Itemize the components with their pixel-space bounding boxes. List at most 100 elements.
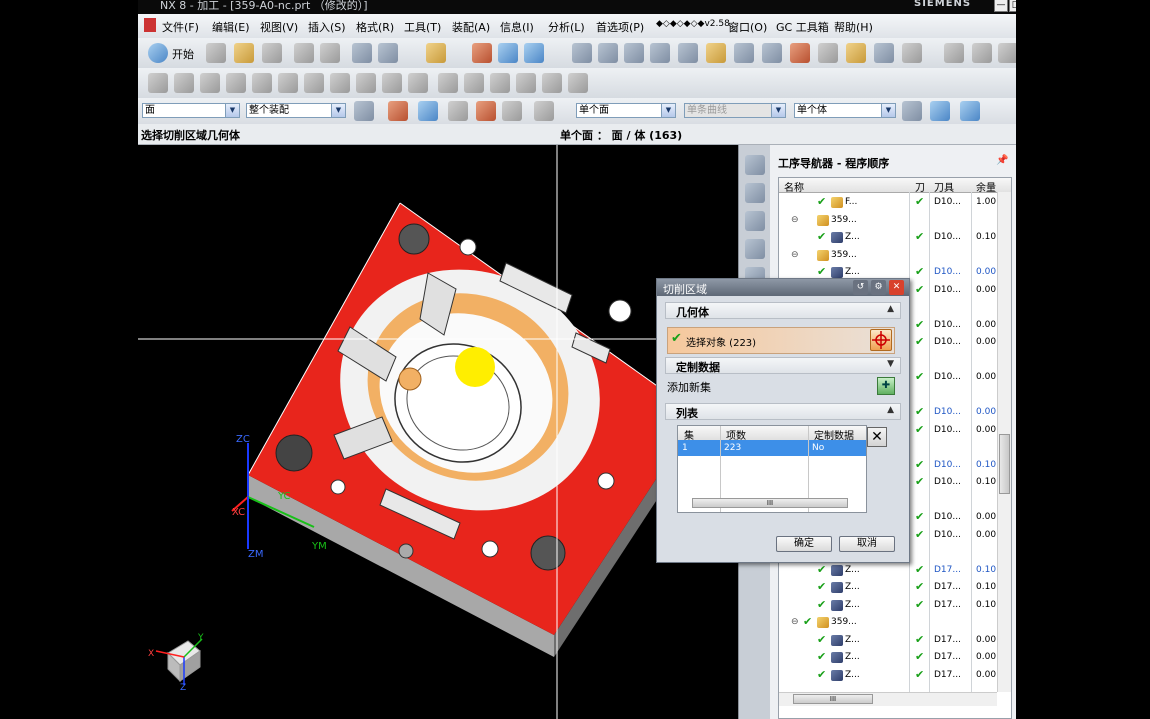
cancel-button[interactable]: 取消: [839, 536, 895, 552]
col-tool[interactable]: 刀具: [934, 179, 954, 194]
gear-icon[interactable]: ⚙: [871, 280, 886, 295]
navigator-vscroll[interactable]: [997, 192, 1011, 692]
undo-icon[interactable]: [294, 43, 314, 63]
graphics-window[interactable]: ZC YC XC ZM YM X Y Z: [138, 145, 738, 719]
intersect-curve-icon[interactable]: [408, 73, 428, 93]
set-list-row[interactable]: 1 223 No: [678, 440, 866, 456]
menu-edit[interactable]: 编辑(E): [212, 19, 250, 35]
extrude-icon[interactable]: [438, 73, 458, 93]
menu-analysis[interactable]: 分析(L): [548, 19, 585, 35]
face-rule-dropdown[interactable]: 单个面 ▼: [576, 103, 676, 118]
navigator-row[interactable]: ✔ Z... ✔ D17... 0.10: [779, 579, 1011, 596]
bounded-plane-icon[interactable]: [568, 73, 588, 93]
shop-doc-icon[interactable]: [790, 43, 810, 63]
create-geometry-icon[interactable]: [624, 43, 644, 63]
machine-tab-icon[interactable]: [745, 239, 765, 259]
offset-curve-icon[interactable]: [330, 73, 350, 93]
history-tab-icon[interactable]: [745, 183, 765, 203]
view-cube-icon[interactable]: [960, 101, 980, 121]
ok-button[interactable]: 确定: [776, 536, 832, 552]
menu-insert[interactable]: 插入(S): [308, 19, 346, 35]
create-tool-icon[interactable]: [598, 43, 618, 63]
reset-icon[interactable]: ↺: [853, 280, 868, 295]
pin-icon[interactable]: 📌: [996, 155, 1008, 166]
navigator-row[interactable]: ✔ Z... ✔ D17... 0.00: [779, 632, 1011, 649]
set-list-hscroll[interactable]: III: [692, 498, 848, 508]
menu-assembly[interactable]: 装配(A): [452, 19, 490, 35]
feature-select-icon[interactable]: [902, 101, 922, 121]
create-method-icon[interactable]: [650, 43, 670, 63]
navigator-row[interactable]: ⊖ 359...: [779, 212, 1011, 229]
menu-format[interactable]: 格式(R): [356, 19, 394, 35]
create-program-icon[interactable]: [572, 43, 592, 63]
body-rule-dropdown[interactable]: 单个体 ▼: [794, 103, 896, 118]
verify-path-icon[interactable]: [734, 43, 754, 63]
menu-view[interactable]: 视图(V): [260, 19, 298, 35]
geometry-section-header[interactable]: 几何体 ▲: [665, 302, 901, 319]
minimize-button[interactable]: —: [994, 0, 1008, 12]
delete-object-icon[interactable]: [902, 43, 922, 63]
col-stock[interactable]: 余量: [976, 179, 996, 194]
navigator-row[interactable]: ✔ Z... ✔ D17... 0.00: [779, 667, 1011, 684]
start-button[interactable]: 开始: [172, 46, 194, 62]
add-new-set-button[interactable]: ✚: [877, 377, 895, 395]
deselect-icon[interactable]: [502, 101, 522, 121]
copy-object-icon[interactable]: [874, 43, 894, 63]
menu-tools[interactable]: 工具(T): [404, 19, 441, 35]
line-icon[interactable]: [148, 73, 168, 93]
sweep-icon[interactable]: [490, 73, 510, 93]
menu-info[interactable]: 信息(I): [500, 19, 534, 35]
navigator-row[interactable]: ✔ Z... ✔ D17... 0.10: [779, 562, 1011, 579]
new-file-icon[interactable]: [206, 43, 226, 63]
navigator-row[interactable]: ✔ Z... ✔ D17... 0.10: [779, 597, 1011, 614]
menu-gc-toolbox[interactable]: GC 工具箱: [776, 19, 829, 35]
redo-icon[interactable]: [320, 43, 340, 63]
point-select-icon[interactable]: [476, 101, 496, 121]
shaded-view-icon[interactable]: [498, 43, 518, 63]
through-curves-icon[interactable]: [542, 73, 562, 93]
select-object-row[interactable]: ✔ 选择对象 (223): [667, 327, 895, 354]
col-name[interactable]: 名称: [784, 179, 804, 194]
navigator-row[interactable]: ✔ Z... ✔ D10... 0.10: [779, 229, 1011, 246]
menu-plugin[interactable]: ◆◇◆◇◆◇◆v2.58: [656, 19, 730, 29]
expand-toggle-icon[interactable]: ⊖: [791, 250, 799, 260]
text-icon[interactable]: [252, 73, 272, 93]
expand-toggle-icon[interactable]: ⊖: [791, 215, 799, 225]
part-tab-icon[interactable]: [745, 211, 765, 231]
start-icon[interactable]: [148, 43, 168, 63]
quick-pick-icon[interactable]: [388, 101, 408, 121]
navigator-row[interactable]: ⊖ 359...: [779, 247, 1011, 264]
menu-preferences[interactable]: 首选项(P): [596, 19, 644, 35]
menu-file[interactable]: 文件(F): [162, 19, 199, 35]
polygon-icon[interactable]: [278, 73, 298, 93]
navigator-row[interactable]: ✔ Z... ✔ D17... 0.00: [779, 649, 1011, 666]
custom-data-section-header[interactable]: 定制数据 ▼: [665, 357, 901, 374]
transform-icon[interactable]: [352, 43, 372, 63]
navigator-row[interactable]: ✔ F... ✔ D10... 1.00: [779, 194, 1011, 211]
machine-tool-icon[interactable]: [944, 43, 964, 63]
undo-selection-icon[interactable]: [418, 101, 438, 121]
bridge-curve-icon[interactable]: [382, 73, 402, 93]
rectangle-icon[interactable]: [226, 73, 246, 93]
save-icon[interactable]: [262, 43, 282, 63]
navigator-tab-icon[interactable]: [745, 155, 765, 175]
app-menu-icon[interactable]: [144, 18, 156, 32]
select-all-icon[interactable]: [448, 101, 468, 121]
delete-set-button[interactable]: ✕: [867, 427, 887, 447]
list-section-header[interactable]: 列表 ▲: [665, 403, 901, 420]
simulate-icon[interactable]: [762, 43, 782, 63]
maximize-button[interactable]: □: [1009, 0, 1016, 12]
expand-toggle-icon[interactable]: ⊖: [791, 617, 799, 627]
open-file-icon[interactable]: [234, 43, 254, 63]
measure-icon[interactable]: [998, 43, 1016, 63]
edit-object-icon[interactable]: [818, 43, 838, 63]
ruler-icon[interactable]: [972, 43, 992, 63]
selection-scope-dropdown[interactable]: 整个装配 ▼: [246, 103, 346, 118]
crosshair-select-icon[interactable]: [870, 329, 892, 351]
arrow-right-icon[interactable]: [930, 101, 950, 121]
mesh-surface-icon[interactable]: [516, 73, 536, 93]
menu-window[interactable]: 窗口(O): [728, 19, 767, 35]
wireframe-view-icon[interactable]: [524, 43, 544, 63]
cut-object-icon[interactable]: [846, 43, 866, 63]
project-curve-icon[interactable]: [356, 73, 376, 93]
